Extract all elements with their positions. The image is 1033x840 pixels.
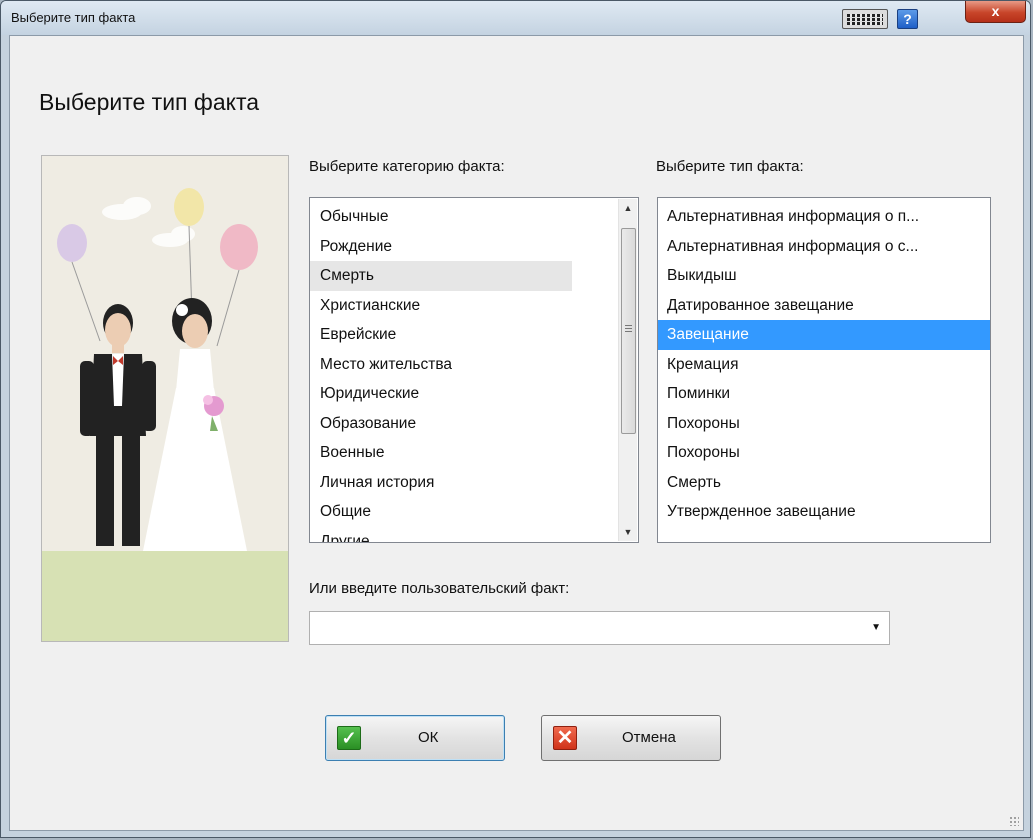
custom-fact-label: Или введите пользовательский факт:: [309, 580, 570, 597]
category-item-death[interactable]: Смерть: [310, 261, 572, 291]
category-item-common[interactable]: Общие: [310, 497, 572, 527]
scroll-up-icon[interactable]: ▲: [619, 199, 637, 217]
category-item-jewish[interactable]: Еврейские: [310, 320, 572, 350]
ok-button-label: ОК: [418, 729, 439, 746]
fact-type-item[interactable]: Поминки: [658, 379, 990, 409]
category-item-christian[interactable]: Христианские: [310, 291, 572, 321]
dialog-content: Выберите тип факта Выберите категорию фа…: [9, 35, 1024, 831]
dialog-window: Выберите тип факта ? x Выберите тип факт…: [0, 0, 1031, 838]
category-label: Выберите категорию факта:: [309, 158, 505, 175]
keyboard-icon[interactable]: [842, 9, 888, 29]
fact-type-item[interactable]: Альтернативная информация о п...: [658, 202, 990, 232]
chevron-down-icon[interactable]: ▼: [871, 622, 881, 633]
category-item-birth[interactable]: Рождение: [310, 232, 572, 262]
title-bar: Выберите тип факта ? x: [1, 1, 1030, 35]
resize-grip[interactable]: [1009, 816, 1019, 826]
ok-button[interactable]: ✓ ОК: [325, 715, 505, 761]
fact-type-item[interactable]: Альтернативная информация о с...: [658, 232, 990, 262]
category-scrollbar[interactable]: ▲ ▼: [618, 199, 637, 541]
fact-type-item[interactable]: Похороны: [658, 438, 990, 468]
category-item-personal-history[interactable]: Личная история: [310, 468, 572, 498]
category-item-residence[interactable]: Место жительства: [310, 350, 572, 380]
checkmark-icon: ✓: [337, 726, 361, 750]
cancel-button-label: Отмена: [622, 729, 676, 746]
fact-type-item[interactable]: Утвержденное завещание: [658, 497, 990, 527]
category-item-military[interactable]: Военные: [310, 438, 572, 468]
fact-type-label: Выберите тип факта:: [656, 158, 804, 175]
fact-type-item[interactable]: Смерть: [658, 468, 990, 498]
fact-type-item-selected[interactable]: Завещание: [658, 320, 990, 350]
wedding-illustration: [41, 155, 289, 642]
cancel-button[interactable]: ✕ Отмена: [541, 715, 721, 761]
window-title: Выберите тип факта: [11, 10, 136, 25]
category-listbox[interactable]: Обычные Рождение Смерть Христианские Евр…: [309, 197, 639, 543]
scrollbar-thumb[interactable]: [621, 228, 636, 434]
category-item-general[interactable]: Обычные: [310, 202, 572, 232]
category-item-legal[interactable]: Юридические: [310, 379, 572, 409]
page-title: Выберите тип факта: [39, 89, 260, 115]
fact-type-item[interactable]: Кремация: [658, 350, 990, 380]
fact-type-item[interactable]: Выкидыш: [658, 261, 990, 291]
category-item-education[interactable]: Образование: [310, 409, 572, 439]
scroll-down-icon[interactable]: ▼: [619, 523, 637, 541]
category-item-other[interactable]: Другие: [310, 527, 572, 543]
custom-fact-combobox[interactable]: ▼: [309, 611, 890, 645]
close-icon[interactable]: x: [965, 1, 1026, 23]
help-icon[interactable]: ?: [897, 9, 918, 29]
fact-type-listbox[interactable]: Альтернативная информация о п... Альтерн…: [657, 197, 991, 543]
fact-type-item[interactable]: Похороны: [658, 409, 990, 439]
fact-type-item[interactable]: Датированное завещание: [658, 291, 990, 321]
x-icon: ✕: [553, 726, 577, 750]
